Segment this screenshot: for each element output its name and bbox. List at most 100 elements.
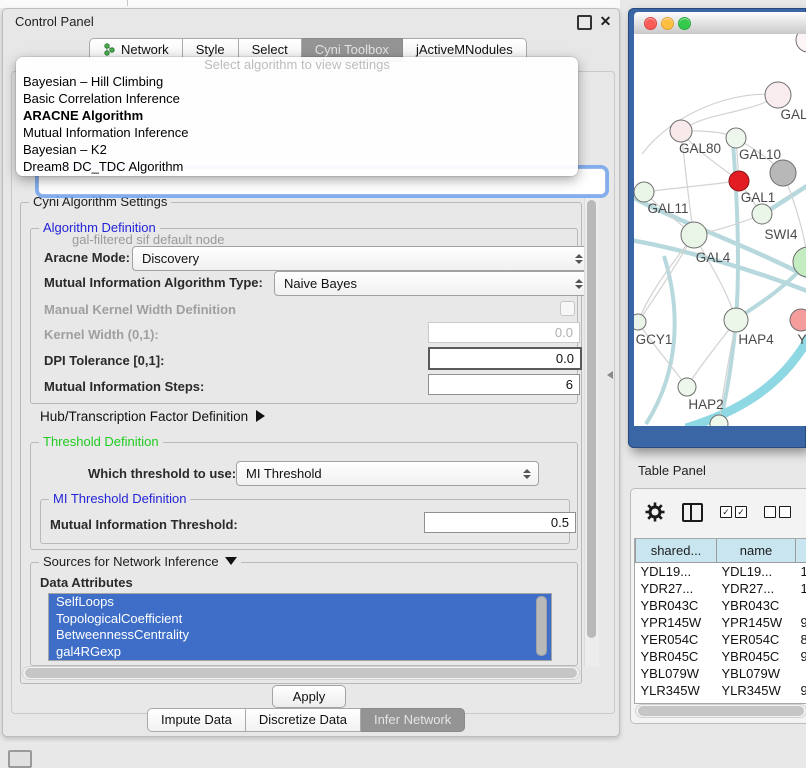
data-attributes-list[interactable]: SelfLoopsTopologicalCoefficientBetweenne… (48, 593, 552, 661)
top-strip-divider (127, 0, 128, 6)
select-all-icon[interactable]: ✓✓ (720, 506, 747, 518)
tab-label: Infer Network (374, 712, 451, 727)
network-node-gal11[interactable] (634, 182, 654, 202)
network-graph[interactable]: GALGAL80GAL10GAL1GAL11GAL4SWI4GCY1HAP4YH… (634, 34, 806, 426)
gear-icon[interactable] (645, 502, 665, 522)
show-columns-icon[interactable] (682, 503, 703, 522)
table-cell (796, 597, 806, 614)
table-selector-value: gal-filtered sif default node (72, 232, 224, 247)
attribute-item[interactable]: BetweennessCentrality (49, 627, 551, 644)
attribute-item[interactable]: gal4RGexp (49, 644, 551, 661)
mi-threshold-field[interactable]: 0.5 (424, 512, 576, 533)
network-node-gal80[interactable] (670, 120, 692, 142)
column-header[interactable] (796, 539, 806, 563)
network-node-label: HAP4 (738, 332, 774, 347)
network-node-gal4[interactable] (681, 222, 707, 248)
mi-steps-label: Mutual Information Steps: (44, 379, 204, 394)
table-cell: 9. (796, 682, 806, 699)
table-cell: YLR345W (636, 682, 717, 699)
traffic-light-minimize-icon[interactable] (661, 17, 674, 30)
expanded-arrow-icon (225, 557, 237, 565)
column-header[interactable]: shared... (636, 539, 717, 563)
table-cell: YDL19... (636, 563, 717, 581)
mi-type-value: Naive Bayes (284, 276, 357, 291)
float-window-icon[interactable] (577, 15, 592, 30)
network-node-gal1[interactable] (729, 171, 749, 191)
minimized-panel-icon[interactable] (8, 750, 32, 768)
algorithm-select-popup: Select algorithm to view settings Bayesi… (16, 57, 578, 176)
deselect-all-icon[interactable] (764, 506, 791, 518)
algorithm-option[interactable]: Basic Correlation Inference (16, 90, 578, 107)
settings-vscrollbar[interactable] (584, 197, 599, 667)
table-row[interactable]: YBL079WYBL079W (636, 665, 806, 682)
attribute-item[interactable]: TopologicalCoefficient (49, 611, 551, 628)
tab-label: Discretize Data (259, 712, 347, 727)
table-row[interactable]: YPR145WYPR145W9. (636, 614, 806, 631)
network-node-y[interactable] (790, 309, 806, 331)
table-row[interactable]: YBR043CYBR043C (636, 597, 806, 614)
network-node-gal[interactable] (765, 82, 791, 108)
close-icon[interactable]: ✕ (599, 15, 612, 28)
table-row[interactable]: YDL19...YDL19...13 (636, 563, 806, 581)
column-header[interactable]: name (717, 539, 796, 563)
algorithm-option[interactable]: Mutual Information Inference (16, 124, 578, 141)
mi-type-combo[interactable]: Naive Bayes (274, 271, 591, 296)
table-row[interactable]: YBR045CYBR045C9. (636, 648, 806, 665)
network-view-window[interactable]: GALGAL80GAL10GAL1GAL11GAL4SWI4GCY1HAP4YH… (628, 8, 806, 448)
network-canvas[interactable]: GALGAL80GAL10GAL1GAL11GAL4SWI4GCY1HAP4YH… (634, 34, 806, 426)
network-node-label: GAL1 (741, 190, 776, 205)
algorithm-option[interactable]: Bayesian – K2 (16, 141, 578, 158)
apply-button[interactable]: Apply (272, 685, 346, 708)
algorithm-option[interactable]: Bayesian – Hill Climbing (16, 73, 578, 90)
kernel-width-field[interactable]: 0.0 (428, 322, 580, 343)
tab-impute-data[interactable]: Impute Data (147, 708, 246, 732)
network-node-hap2[interactable] (678, 378, 696, 396)
aracne-mode-value: Discovery (142, 251, 199, 266)
traffic-light-zoom-icon[interactable] (678, 17, 691, 30)
node-table[interactable]: shared...name YDL19...YDL19...13YDR27...… (634, 538, 806, 704)
tab-infer-network[interactable]: Infer Network (361, 708, 465, 732)
table-hscrollbar[interactable] (635, 704, 806, 718)
table-cell: 13 (796, 563, 806, 581)
table-row[interactable]: YDR27...YDR27...12 (636, 580, 806, 597)
stepper-icon (523, 469, 531, 479)
table-cell: YBR045C (717, 648, 796, 665)
aracne-mode-combo[interactable]: Discovery (132, 246, 591, 271)
splitter-collapse-icon[interactable] (607, 371, 613, 379)
sources-legend[interactable]: Sources for Network Inference (39, 554, 241, 569)
mi-steps-field[interactable]: 6 (428, 374, 580, 395)
network-node-swi4[interactable] (752, 204, 772, 224)
network-edge (634, 240, 806, 292)
network-node-gcy1[interactable] (634, 314, 646, 330)
network-node-label: GAL11 (647, 201, 688, 216)
settings-hscrollbar[interactable] (22, 666, 580, 680)
table-cell: YBL079W (636, 665, 717, 682)
manual-kernel-checkbox[interactable] (560, 301, 575, 316)
table-cell: YER054C (717, 631, 796, 648)
table-cell: YDL19... (717, 563, 796, 581)
network-node[interactable] (796, 34, 806, 52)
hub-definition-toggle[interactable]: Hub/Transcription Factor Definition (40, 409, 265, 424)
network-node-label: GAL (780, 107, 806, 122)
network-edge (681, 95, 778, 131)
tab-discretize-data[interactable]: Discretize Data (246, 708, 361, 732)
table-cell: YPR145W (636, 614, 717, 631)
attribute-item[interactable]: SelfLoops (49, 594, 551, 611)
network-node-gal10[interactable] (726, 128, 746, 148)
cyni-algorithm-settings-legend: Cyni Algorithm Settings (29, 194, 171, 209)
algorithm-option[interactable]: ARACNE Algorithm (16, 107, 578, 124)
table-row[interactable]: YLR345WYLR345W9. (636, 682, 806, 699)
network-node[interactable] (770, 160, 796, 186)
table-cell: YBR043C (717, 597, 796, 614)
algorithm-option[interactable]: Dream8 DC_TDC Algorithm (16, 158, 578, 175)
table-cell: YDR27... (717, 580, 796, 597)
table-panel: ✓✓ shared...name YDL19...YDL19...13YDR27… (630, 488, 806, 724)
which-threshold-combo[interactable]: MI Threshold (236, 461, 539, 486)
network-window-titlebar[interactable] (634, 12, 806, 35)
table-row[interactable]: YER054CYER054C8. (636, 631, 806, 648)
dpi-tolerance-field[interactable]: 0.0 (428, 347, 582, 370)
mi-threshold-legend: MI Threshold Definition (49, 491, 190, 506)
traffic-light-close-icon[interactable] (644, 17, 657, 30)
network-node-hap4[interactable] (724, 308, 748, 332)
list-scrollbar[interactable] (536, 596, 547, 656)
